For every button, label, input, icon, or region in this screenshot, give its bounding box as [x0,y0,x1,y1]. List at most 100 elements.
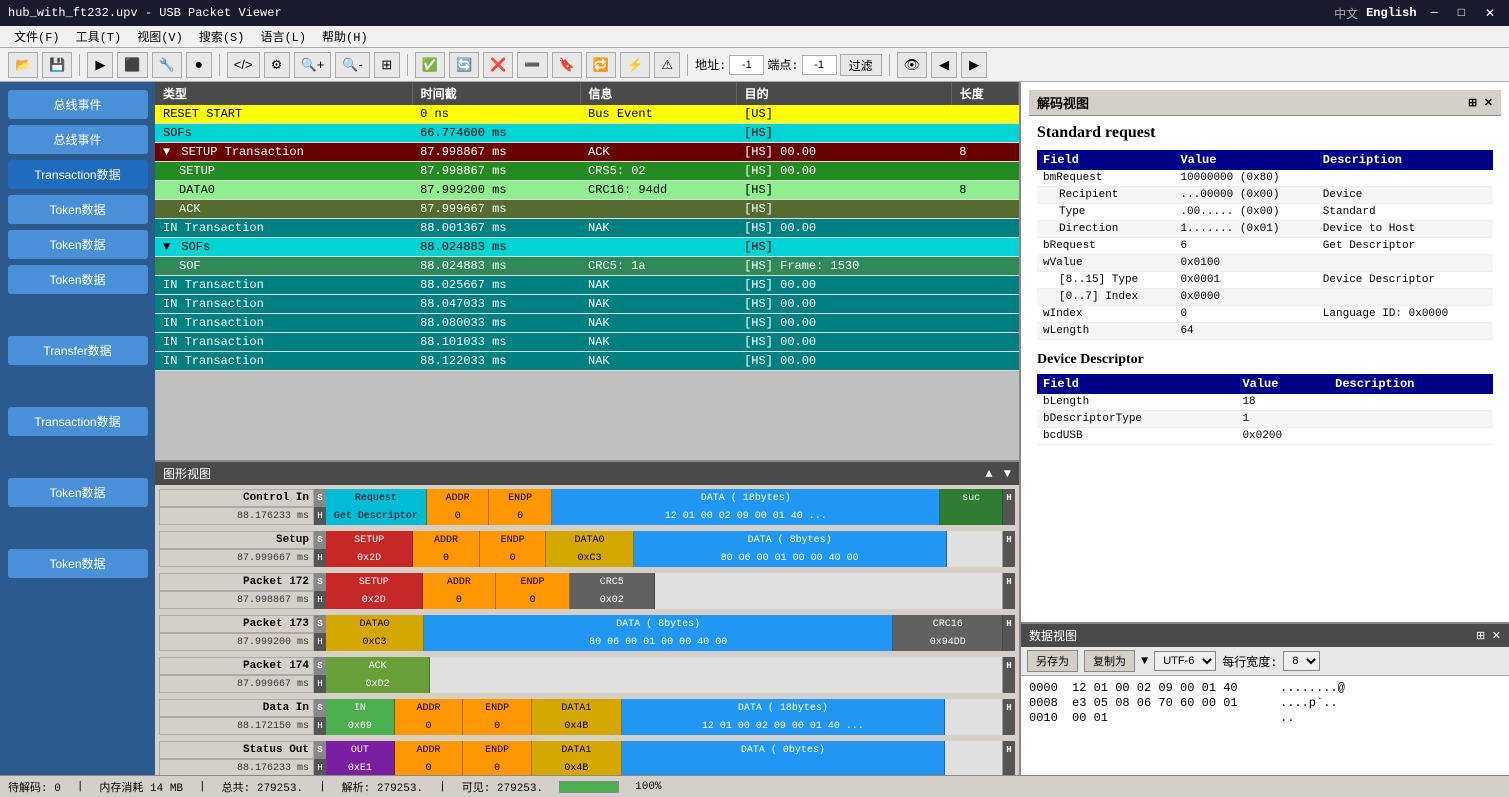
sidebar-bus-event-1[interactable]: 总线事件 [8,90,148,119]
zoom-in-button[interactable]: 🔍+ [294,52,332,78]
table-row[interactable]: DATA0 87.999200 ms CRC16: 94dd [HS] 8 [155,181,1019,200]
sidebar-token-data-4[interactable]: Token数据 [8,478,148,507]
graphic-cell-value: 0x02 [570,591,655,609]
stop-button[interactable]: ⬛ [117,52,147,78]
graphic-scroll-down[interactable]: ▼ [1004,467,1011,481]
lang-cn[interactable]: 中文 [1334,5,1358,22]
close-button[interactable]: ✕ [1479,4,1501,23]
table-row[interactable]: RESET START 0 ns Bus Event [US] [155,105,1019,124]
graphic-cells-bottom: 0x69000x4B12 01 00 02 09 00 01 40 ... [326,717,1003,735]
decode-row-2: bLength 18 [1037,394,1493,411]
check-button[interactable]: ✅ [415,52,445,78]
row-type: ACK [155,200,412,219]
refresh-button[interactable]: 🔄 [449,52,479,78]
table-row[interactable]: SETUP 87.998867 ms CRS5: 02 [HS] 00.00 [155,162,1019,181]
graphic-cells-top: OUTADDRENDPDATA1DATA ( 0bytes) [326,741,1003,759]
decode-value: 6 [1174,238,1316,255]
code-button[interactable]: </> [227,52,260,78]
width-select[interactable]: 8 [1283,651,1320,671]
table-row[interactable]: IN Transaction 88.025667 ms NAK [HS] 00.… [155,276,1019,295]
record-button[interactable]: ⏺ [186,52,212,78]
bookmark-button[interactable]: 🔖 [552,52,582,78]
power-button[interactable]: ⚡ [620,52,650,78]
graphic-cell-value: 0x4B [532,759,622,775]
filter-button[interactable]: 过滤 [840,54,882,76]
table-row[interactable]: SOFs 66.774600 ms [HS] [155,124,1019,143]
alert-button[interactable]: ⚠ [654,52,680,78]
minimize-button[interactable]: ─ [1425,4,1444,22]
data-view-controls[interactable]: ⊞ ✕ [1476,629,1501,643]
table-row[interactable]: IN Transaction 88.001367 ms NAK [HS] 00.… [155,219,1019,238]
row-time: 88.047033 ms [412,295,580,314]
sidebar-token-data-1[interactable]: Token数据 [8,195,148,224]
graphic-content: Control InSRequestADDRENDPDATA ( 18bytes… [155,485,1019,775]
table-row[interactable]: ▼ SOFs 88.024883 ms [HS] [155,238,1019,257]
save-as-button[interactable]: 另存为 [1027,650,1078,672]
decode-row: [8..15] Type 0x0001 Device Descriptor [1037,272,1493,289]
table-row[interactable]: ▼ SETUP Transaction 87.998867 ms ACK [HS… [155,143,1019,162]
table-row[interactable]: SOF 88.024883 ms CRC5: 1a [HS] Frame: 15… [155,257,1019,276]
sidebar-transaction-data-2[interactable]: Transaction数据 [8,407,148,436]
graphic-cell: SETUP [326,573,423,591]
copy-as-button[interactable]: 复制为 [1084,650,1135,672]
loop-button[interactable]: 🔁 [586,52,616,78]
menu-help[interactable]: 帮助(H) [316,26,374,47]
fit-button[interactable]: ⊞ [374,52,400,78]
cancel-button[interactable]: ❌ [483,52,513,78]
decode-col-value: Value [1174,150,1316,170]
graphic-cells-bottom: 0xD2 [326,675,1003,693]
table-row[interactable]: IN Transaction 88.101033 ms NAK [HS] 00.… [155,333,1019,352]
menu-search[interactable]: 搜索(S) [193,26,251,47]
capture-button[interactable]: 🔧 [152,52,182,78]
graphic-cell-value: 0x69 [326,717,395,735]
sidebar-token-data-5[interactable]: Token数据 [8,549,148,578]
row-length [951,105,1018,124]
toolbar-separator-5 [889,54,890,76]
settings-button[interactable]: ⚙ [264,52,290,78]
address-input[interactable] [729,55,764,75]
graphic-cell-value: 0xE1 [326,759,395,775]
next-button[interactable]: ▶ [961,52,987,78]
graphic-row-label: Setup [159,531,314,549]
play-button[interactable]: ▶ [87,52,113,78]
table-row[interactable]: ACK 87.999667 ms [HS] [155,200,1019,219]
row-dest: [US] [736,105,951,124]
expand-arrow[interactable]: ▼ [163,145,170,159]
graphic-cell: ADDR [395,741,464,759]
decode-desc [1317,323,1493,340]
lang-en[interactable]: English [1366,6,1416,20]
sidebar-bus-event-2[interactable]: 总线事件 [8,125,148,154]
row-time: 0 ns [412,105,580,124]
zoom-out-button[interactable]: 🔍- [335,52,370,78]
prev-button[interactable]: ◀ [931,52,957,78]
graphic-scroll-up[interactable]: ▲ [985,467,992,481]
table-row[interactable]: IN Transaction 88.080033 ms NAK [HS] 00.… [155,314,1019,333]
graphic-cell: DATA0 [326,615,424,633]
open-button[interactable]: 📂 [8,52,38,78]
graphic-row-container: Data InSINADDRENDPDATA1DATA ( 18bytes)H8… [159,699,1015,735]
encoding-select[interactable]: UTF-6 [1154,651,1216,671]
graphic-row-label: Packet 172 [159,573,314,591]
menu-language[interactable]: 语言(L) [254,26,312,47]
data-view-header: 数据视图 ⊞ ✕ [1021,624,1509,647]
decode-view-controls[interactable]: ⊞ ✕ [1468,96,1493,110]
save-button[interactable]: 💾 [42,52,72,78]
eye-button[interactable]: 👁 [897,52,928,78]
sidebar-transaction-data[interactable]: Transaction数据 [8,160,148,189]
expand-arrow[interactable]: ▼ [163,240,170,254]
sidebar-token-data-2[interactable]: Token数据 [8,230,148,259]
status-separator-4: | [439,781,446,793]
sidebar-transfer-data[interactable]: Transfer数据 [8,336,148,365]
graphic-row-container: Packet 174SACKH87.999667 msH0xD2 [159,657,1015,693]
packet-list[interactable]: 类型 时间截 信息 目的 长度 RESET START 0 ns Bus Eve… [155,82,1019,462]
endpoint-input[interactable] [802,55,837,75]
sidebar-token-data-3[interactable]: Token数据 [8,265,148,294]
menu-view[interactable]: 视图(V) [131,26,189,47]
row-time: 88.080033 ms [412,314,580,333]
menu-tools[interactable]: 工具(T) [70,26,128,47]
maximize-button[interactable]: □ [1452,4,1471,22]
minus-button[interactable]: ➖ [517,52,547,78]
menu-file[interactable]: 文件(F) [8,26,66,47]
table-row[interactable]: IN Transaction 88.047033 ms NAK [HS] 00.… [155,295,1019,314]
table-row[interactable]: IN Transaction 88.122033 ms NAK [HS] 00.… [155,352,1019,371]
